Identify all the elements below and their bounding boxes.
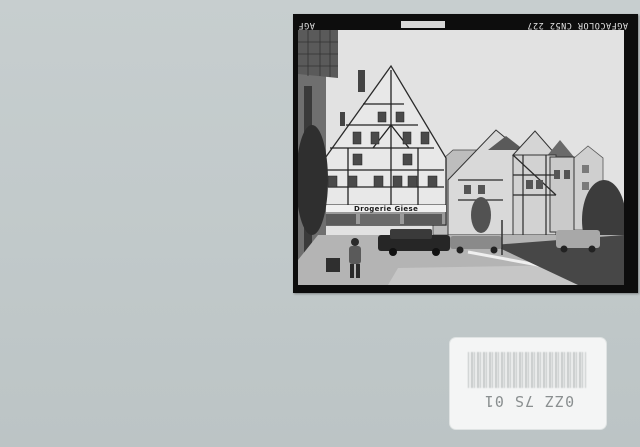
street-photo: Drogerie Giese	[298, 30, 624, 285]
shop-sign: Drogerie Giese	[354, 205, 418, 213]
film-edge-brand: AGF	[298, 20, 315, 30]
chimney	[358, 70, 365, 92]
price-label-sticker: 0ZZ 7S 01	[450, 338, 606, 429]
film-edge-marker	[400, 21, 445, 29]
sticker-barcode	[468, 352, 586, 388]
sticker-code: 0ZZ 7S 01	[483, 392, 575, 410]
street-scene-illustration: Drogerie Giese	[298, 30, 624, 285]
film-edge-code: AGFACOLOR CN52 227	[526, 20, 628, 30]
